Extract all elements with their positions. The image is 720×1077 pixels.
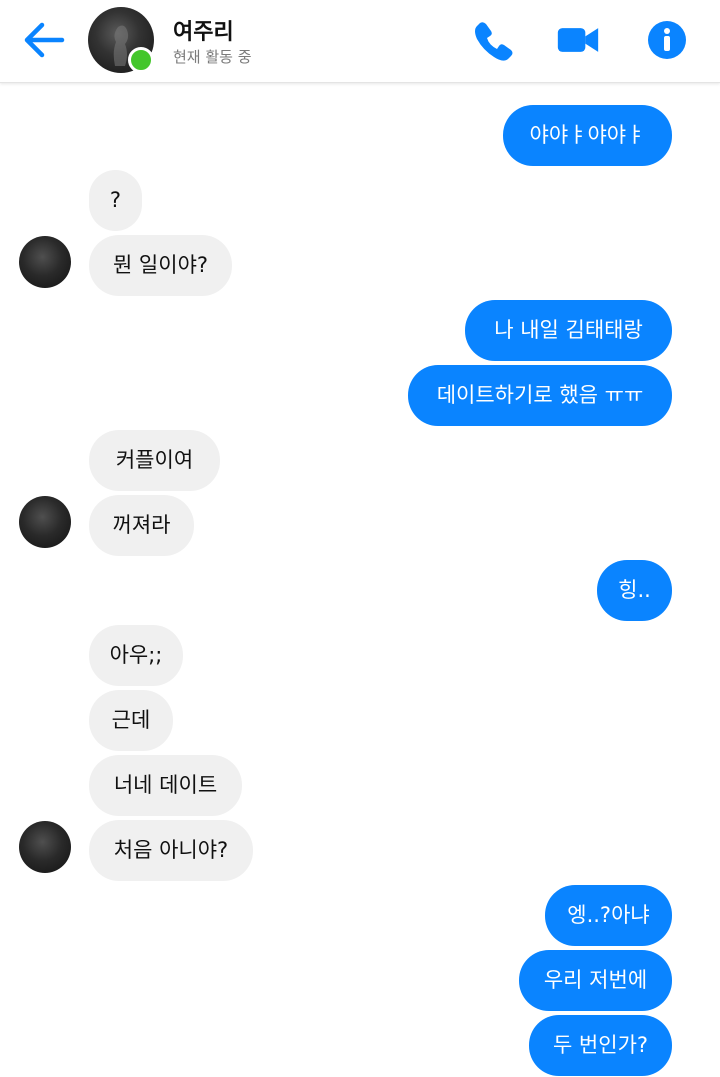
chat-header: 여주리 현재 활동 중	[0, 0, 720, 83]
message-bubble-received[interactable]: 너네 데이트	[89, 755, 242, 816]
back-arrow-icon[interactable]	[22, 20, 66, 60]
message-bubble-received[interactable]: ?	[89, 170, 142, 231]
message-bubble-sent[interactable]: 힝..	[597, 560, 672, 621]
message-bubble-sent[interactable]: 야야ㅑ야야ㅑ	[503, 105, 672, 166]
message-bubble-received[interactable]: 뭔 일이야?	[89, 235, 232, 296]
message-bubble-received[interactable]: 아우;;	[89, 625, 183, 686]
message-bubble-received[interactable]: 처음 아니야?	[89, 820, 253, 881]
message-bubble-received[interactable]: 근데	[89, 690, 173, 751]
active-status-dot	[128, 47, 154, 73]
contact-avatar-small[interactable]	[19, 496, 71, 548]
message-bubble-sent[interactable]: 데이트하기로 했음 ㅠㅠ	[408, 365, 672, 426]
contact-name[interactable]: 여주리	[173, 14, 234, 46]
active-status-text: 현재 활동 중	[173, 48, 252, 66]
message-bubble-received[interactable]: 커플이여	[89, 430, 220, 491]
message-bubble-received[interactable]: 꺼져라	[89, 495, 194, 556]
phone-icon[interactable]	[471, 18, 515, 62]
message-bubble-sent[interactable]: 두 번인가?	[529, 1015, 672, 1076]
message-bubble-sent[interactable]: 우리 저번에	[519, 950, 672, 1011]
video-camera-icon[interactable]	[556, 18, 600, 62]
contact-avatar-small[interactable]	[19, 236, 71, 288]
message-bubble-sent[interactable]: 엥..?아냐	[545, 885, 672, 946]
contact-avatar-small[interactable]	[19, 821, 71, 873]
message-bubble-sent[interactable]: 나 내일 김태태랑	[465, 300, 672, 361]
info-icon[interactable]	[645, 18, 689, 62]
